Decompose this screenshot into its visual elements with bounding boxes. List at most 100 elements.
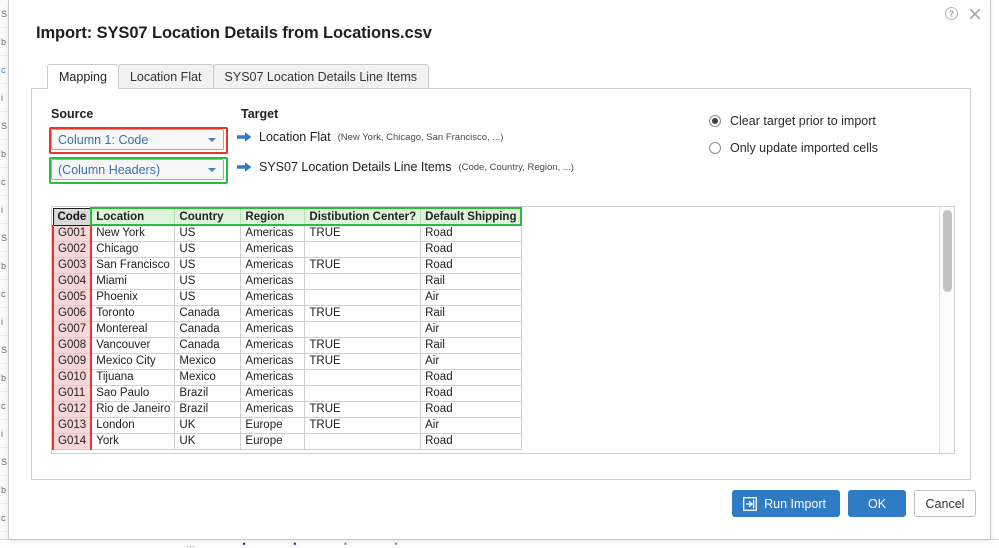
table-cell-key[interactable]: G012 <box>52 400 93 418</box>
table-cell[interactable]: Rio de Janeiro <box>90 400 176 418</box>
table-header-cell[interactable]: Location <box>90 207 176 226</box>
table-cell[interactable]: Air <box>420 288 522 306</box>
table-cell[interactable]: Americas <box>240 304 306 322</box>
table-cell-key[interactable]: G009 <box>52 352 93 370</box>
cancel-button[interactable]: Cancel <box>914 490 976 517</box>
table-cell[interactable]: Road <box>420 432 522 450</box>
table-header-cell[interactable]: Country <box>174 207 242 226</box>
ok-button[interactable]: OK <box>848 490 906 517</box>
table-cell[interactable]: Chicago <box>90 240 176 258</box>
table-header-cell[interactable]: Region <box>240 207 306 226</box>
table-cell[interactable]: TRUE <box>304 416 422 434</box>
table-cell[interactable]: TRUE <box>304 352 422 370</box>
table-cell[interactable]: TRUE <box>304 256 422 274</box>
table-cell-key[interactable]: G001 <box>52 224 93 242</box>
table-cell[interactable]: Americas <box>240 400 306 418</box>
table-cell[interactable]: Americas <box>240 368 306 386</box>
table-cell[interactable]: Air <box>420 320 522 338</box>
table-row[interactable]: G001 New York US Americas TRUE Road <box>52 224 522 242</box>
table-row[interactable]: G007 Montereal Canada Americas Air <box>52 320 522 338</box>
table-cell[interactable]: Road <box>420 240 522 258</box>
table-cell[interactable]: TRUE <box>304 336 422 354</box>
table-cell-key[interactable]: G010 <box>52 368 93 386</box>
table-cell[interactable]: US <box>174 240 242 258</box>
table-cell[interactable]: Road <box>420 256 522 274</box>
table-cell-key[interactable]: G011 <box>52 384 93 402</box>
table-row[interactable]: G010 Tijuana Mexico Americas Road <box>52 368 522 386</box>
table-cell[interactable]: US <box>174 272 242 290</box>
table-cell[interactable]: Air <box>420 416 522 434</box>
table-row[interactable]: G004 Miami US Americas Rail <box>52 272 522 290</box>
tab-sys07-location-details-line-items[interactable]: SYS07 Location Details Line Items <box>212 64 429 89</box>
table-cell[interactable]: Americas <box>240 240 306 258</box>
table-row[interactable]: G005 Phoenix US Americas Air <box>52 288 522 306</box>
table-cell[interactable]: Americas <box>240 256 306 274</box>
preview-vertical-scrollbar[interactable] <box>939 207 954 453</box>
table-cell[interactable]: Miami <box>90 272 176 290</box>
table-cell[interactable]: Mexico <box>174 352 242 370</box>
table-cell[interactable]: Rail <box>420 336 522 354</box>
table-cell[interactable]: York <box>90 432 176 450</box>
table-header-cell[interactable]: Default Shipping <box>420 207 523 226</box>
table-cell[interactable]: Sao Paulo <box>90 384 176 402</box>
table-cell[interactable]: San Francisco <box>90 256 176 274</box>
run-import-button[interactable]: Run Import <box>732 490 840 517</box>
table-cell[interactable] <box>304 384 422 402</box>
table-cell[interactable]: Phoenix <box>90 288 176 306</box>
table-cell[interactable]: Montereal <box>90 320 176 338</box>
table-cell[interactable]: Road <box>420 400 522 418</box>
table-cell[interactable]: Mexico <box>174 368 242 386</box>
radio-only-update-imported-cells[interactable]: Only update imported cells <box>709 141 878 155</box>
table-cell[interactable]: Americas <box>240 272 306 290</box>
table-cell[interactable]: US <box>174 288 242 306</box>
table-row[interactable]: G013 London UK Europe TRUE Air <box>52 416 522 434</box>
table-header-cell-key[interactable]: Code <box>52 207 92 226</box>
table-row[interactable]: G011 Sao Paulo Brazil Americas Road <box>52 384 522 402</box>
table-cell-key[interactable]: G002 <box>52 240 93 258</box>
table-cell[interactable]: TRUE <box>304 224 422 242</box>
table-cell[interactable]: Toronto <box>90 304 176 322</box>
table-cell[interactable]: London <box>90 416 176 434</box>
table-cell[interactable]: US <box>174 256 242 274</box>
table-cell-key[interactable]: G003 <box>52 256 93 274</box>
table-cell[interactable]: New York <box>90 224 176 242</box>
table-row[interactable]: G008 Vancouver Canada Americas TRUE Rail <box>52 336 522 354</box>
table-cell[interactable]: Road <box>420 384 522 402</box>
table-cell[interactable]: Canada <box>174 304 242 322</box>
source-select-1[interactable]: Column 1: Code <box>49 127 228 154</box>
table-cell-key[interactable]: G004 <box>52 272 93 290</box>
table-cell[interactable]: Rail <box>420 304 522 322</box>
table-cell[interactable]: TRUE <box>304 400 422 418</box>
table-cell[interactable]: Americas <box>240 352 306 370</box>
table-cell[interactable]: UK <box>174 416 242 434</box>
scrollbar-thumb[interactable] <box>943 210 952 292</box>
table-cell[interactable]: Brazil <box>174 400 242 418</box>
table-cell[interactable]: Road <box>420 224 522 242</box>
table-row[interactable]: G003 San Francisco US Americas TRUE Road <box>52 256 522 274</box>
table-cell-key[interactable]: G008 <box>52 336 93 354</box>
table-cell[interactable]: Road <box>420 368 522 386</box>
table-cell[interactable]: Europe <box>240 432 306 450</box>
table-header-cell[interactable]: Distibution Center? <box>304 207 422 226</box>
table-cell-key[interactable]: G014 <box>52 432 93 450</box>
help-circle-icon[interactable]: ? <box>944 6 959 21</box>
table-cell[interactable]: UK <box>174 432 242 450</box>
table-cell[interactable]: Americas <box>240 320 306 338</box>
table-row[interactable]: G009 Mexico City Mexico Americas TRUE Air <box>52 352 522 370</box>
table-cell-key[interactable]: G006 <box>52 304 93 322</box>
table-cell[interactable]: Americas <box>240 288 306 306</box>
table-cell[interactable]: Vancouver <box>90 336 176 354</box>
table-row[interactable]: G006 Toronto Canada Americas TRUE Rail <box>52 304 522 322</box>
table-cell[interactable]: Canada <box>174 336 242 354</box>
table-cell[interactable] <box>304 432 422 450</box>
table-cell[interactable]: Brazil <box>174 384 242 402</box>
table-cell[interactable]: Americas <box>240 336 306 354</box>
table-cell[interactable] <box>304 240 422 258</box>
table-cell[interactable]: Americas <box>240 224 306 242</box>
table-cell[interactable] <box>304 368 422 386</box>
table-row[interactable]: G014 York UK Europe Road <box>52 432 522 450</box>
table-row[interactable]: G012 Rio de Janeiro Brazil Americas TRUE Road <box>52 400 522 418</box>
table-cell[interactable] <box>304 288 422 306</box>
table-cell[interactable] <box>304 320 422 338</box>
table-cell[interactable]: Americas <box>240 384 306 402</box>
